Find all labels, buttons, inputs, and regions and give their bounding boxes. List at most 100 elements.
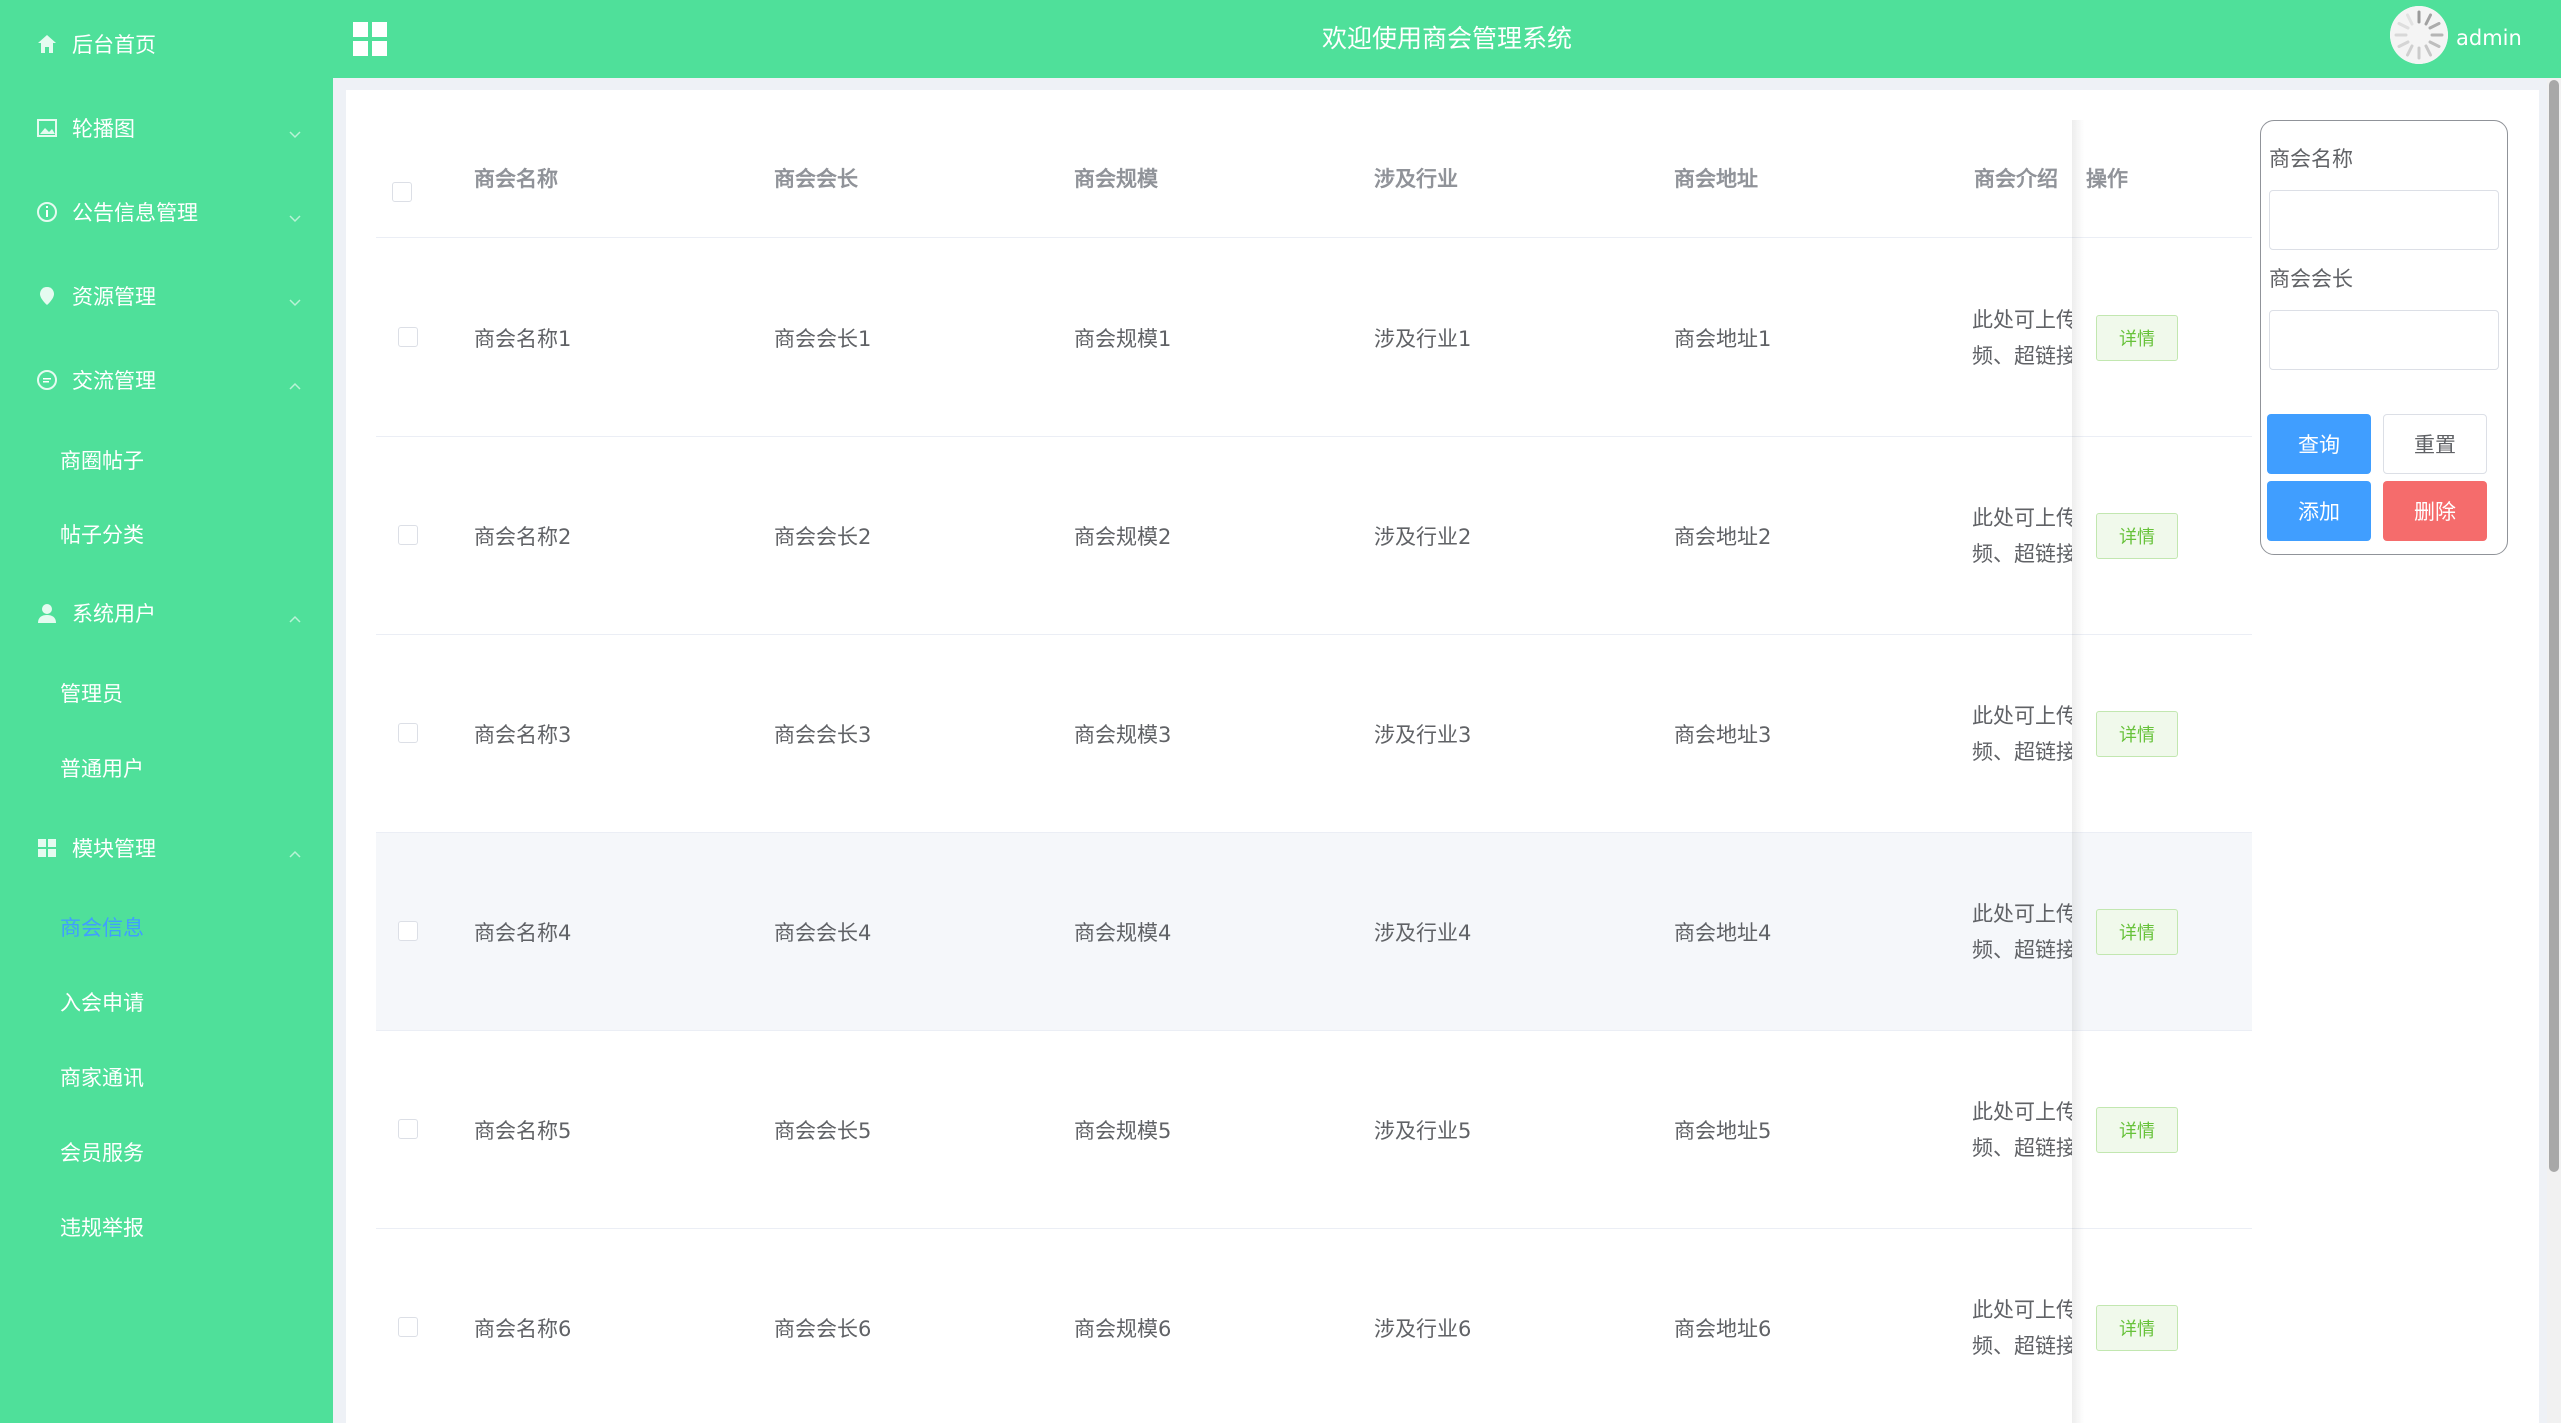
avatar[interactable] xyxy=(2390,6,2448,64)
row-checkbox[interactable] xyxy=(398,1119,418,1139)
cell-industry: 涉及行业6 xyxy=(1374,1317,1472,1341)
table-row[interactable]: 商会名称3 商会会长3 商会规模3 涉及行业3 商会地址3 此处可上传 频、超链… xyxy=(376,635,2252,833)
cell-scale: 商会规模5 xyxy=(1074,1119,1172,1143)
president-input[interactable] xyxy=(2269,310,2499,370)
cell-address: 商会地址1 xyxy=(1674,327,1772,351)
sidebar-item-label: 模块管理 xyxy=(72,837,156,861)
cell-name: 商会名称1 xyxy=(474,327,572,351)
row-checkbox[interactable] xyxy=(398,921,418,941)
row-checkbox[interactable] xyxy=(398,1317,418,1337)
sidebar-item-system-users[interactable]: 系统用户 xyxy=(0,573,333,653)
cell-intro: 此处可上传 频、超链接 xyxy=(1972,833,2072,1031)
cell-scale: 商会规模1 xyxy=(1074,327,1172,351)
sidebar-item-label: 商家通讯 xyxy=(60,1066,144,1090)
sidebar-item-label: 公告信息管理 xyxy=(72,201,198,225)
cell-address: 商会地址5 xyxy=(1674,1119,1772,1143)
column-header: 商会名称 xyxy=(474,167,558,191)
sidebar-item-modules[interactable]: 模块管理 xyxy=(0,808,333,888)
cell-scale: 商会规模6 xyxy=(1074,1317,1172,1341)
cell-industry: 涉及行业5 xyxy=(1374,1119,1472,1143)
chevron-down-icon xyxy=(289,290,301,307)
add-button[interactable]: 添加 xyxy=(2267,481,2371,541)
sidebar-item-label: 系统用户 xyxy=(72,602,156,626)
sidebar-item-label: 管理员 xyxy=(60,682,123,706)
intro-line: 此处可上传 xyxy=(1972,1298,2072,1322)
cell-name: 商会名称5 xyxy=(474,1119,572,1143)
table-header: 商会名称 商会会长 商会规模 涉及行业 商会地址 商会介绍 操作 xyxy=(376,120,2252,238)
detail-button[interactable]: 详情 xyxy=(2096,513,2178,559)
page-title: 欢迎使用商会管理系统 xyxy=(1321,24,1572,53)
fixed-column-shadow xyxy=(2072,120,2084,1423)
sidebar-item-carousel[interactable]: 轮播图 xyxy=(0,88,333,168)
table-row[interactable]: 商会名称5 商会会长5 商会规模5 涉及行业5 商会地址5 此处可上传 频、超链… xyxy=(376,1031,2252,1229)
intro-line: 此处可上传 xyxy=(1972,308,2072,332)
detail-button[interactable]: 详情 xyxy=(2096,1305,2178,1351)
column-header: 商会会长 xyxy=(774,167,858,191)
cell-president: 商会会长4 xyxy=(774,921,872,945)
sidebar-item-normal-user[interactable]: 普通用户 xyxy=(0,732,333,804)
cell-address: 商会地址6 xyxy=(1674,1317,1772,1341)
intro-line: 频、超链接 xyxy=(1972,344,2072,368)
column-header: 商会介绍 xyxy=(1974,167,2058,191)
column-header: 涉及行业 xyxy=(1374,167,1458,191)
select-all-checkbox[interactable] xyxy=(392,182,412,202)
intro-line: 此处可上传 xyxy=(1972,704,2072,728)
cell-intro: 此处可上传 频、超链接 xyxy=(1972,1031,2072,1229)
cell-intro: 此处可上传 频、超链接 xyxy=(1972,1229,2072,1423)
cell-address: 商会地址4 xyxy=(1674,921,1772,945)
intro-line: 频、超链接 xyxy=(1972,1136,2072,1160)
intro-line: 此处可上传 xyxy=(1972,902,2072,926)
name-input[interactable] xyxy=(2269,190,2499,250)
sidebar-item-label: 资源管理 xyxy=(72,285,156,309)
cell-president: 商会会长5 xyxy=(774,1119,872,1143)
intro-line: 频、超链接 xyxy=(1972,740,2072,764)
scrollbar-thumb[interactable] xyxy=(2549,80,2559,1172)
sidebar-item-admin[interactable]: 管理员 xyxy=(0,657,333,729)
username[interactable]: admin xyxy=(2456,26,2522,50)
cell-president: 商会会长6 xyxy=(774,1317,872,1341)
query-button[interactable]: 查询 xyxy=(2267,414,2371,474)
cell-president: 商会会长1 xyxy=(774,327,872,351)
sidebar-item-label: 商圈帖子 xyxy=(60,449,144,473)
cell-intro: 此处可上传 频、超链接 xyxy=(1972,437,2072,635)
cell-address: 商会地址3 xyxy=(1674,723,1772,747)
delete-button[interactable]: 删除 xyxy=(2383,481,2487,541)
sidebar-item-member-service[interactable]: 会员服务 xyxy=(0,1116,333,1188)
detail-button[interactable]: 详情 xyxy=(2096,315,2178,361)
sidebar-item-merchant-contact[interactable]: 商家通讯 xyxy=(0,1041,333,1113)
row-checkbox[interactable] xyxy=(398,327,418,347)
search-panel: 商会名称 商会会长 查询 重置 添加 删除 xyxy=(2260,120,2508,555)
column-header: 商会地址 xyxy=(1674,167,1758,191)
sidebar-item-join-apply[interactable]: 入会申请 xyxy=(0,966,333,1038)
top-header: 欢迎使用商会管理系统 admin xyxy=(333,0,2561,78)
sidebar-item-chamber-info[interactable]: 商会信息 xyxy=(0,891,333,963)
sidebar-item-resource[interactable]: 资源管理 xyxy=(0,256,333,336)
sidebar-item-home[interactable]: 后台首页 xyxy=(0,4,333,84)
cell-intro: 此处可上传 频、超链接 xyxy=(1972,239,2072,437)
cell-president: 商会会长3 xyxy=(774,723,872,747)
sidebar-item-report[interactable]: 违规举报 xyxy=(0,1191,333,1263)
menu-icon xyxy=(36,837,58,859)
row-checkbox[interactable] xyxy=(398,525,418,545)
table-row[interactable]: 商会名称6 商会会长6 商会规模6 涉及行业6 商会地址6 此处可上传 频、超链… xyxy=(376,1229,2252,1423)
table-row[interactable]: 商会名称1 商会会长1 商会规模1 涉及行业1 商会地址1 此处可上传 频、超链… xyxy=(376,239,2252,437)
sidebar-item-label: 后台首页 xyxy=(72,33,156,57)
sidebar-item-exchange[interactable]: 交流管理 xyxy=(0,340,333,420)
sidebar-item-posts[interactable]: 商圈帖子 xyxy=(0,424,333,496)
table-row[interactable]: 商会名称2 商会会长2 商会规模2 涉及行业2 商会地址2 此处可上传 频、超链… xyxy=(376,437,2252,635)
sidebar-item-post-category[interactable]: 帖子分类 xyxy=(0,498,333,570)
detail-button[interactable]: 详情 xyxy=(2096,1107,2178,1153)
detail-button[interactable]: 详情 xyxy=(2096,909,2178,955)
chevron-up-icon xyxy=(289,842,301,858)
chevron-down-icon xyxy=(289,122,301,139)
sidebar-item-label: 违规举报 xyxy=(60,1216,144,1240)
sidebar-item-notice[interactable]: 公告信息管理 xyxy=(0,172,333,252)
home-icon xyxy=(36,33,58,55)
row-checkbox[interactable] xyxy=(398,723,418,743)
detail-button[interactable]: 详情 xyxy=(2096,711,2178,757)
reset-button[interactable]: 重置 xyxy=(2383,414,2487,474)
cell-industry: 涉及行业3 xyxy=(1374,723,1472,747)
intro-line: 频、超链接 xyxy=(1972,542,2072,566)
cell-industry: 涉及行业1 xyxy=(1374,327,1472,351)
table-row[interactable]: 商会名称4 商会会长4 商会规模4 涉及行业4 商会地址4 此处可上传 频、超链… xyxy=(376,833,2252,1031)
